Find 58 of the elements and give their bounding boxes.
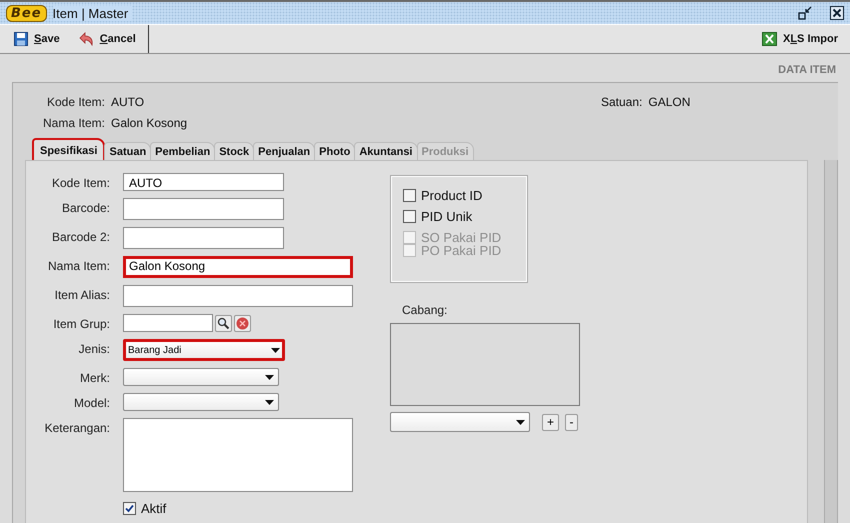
app-logo: Bee [6,4,47,22]
text-field[interactable] [123,198,284,220]
text-field[interactable] [123,285,353,307]
tab[interactable]: Pembelian [150,142,216,160]
add-button[interactable]: + [542,414,559,430]
field-label: Keterangan: [44,420,110,437]
tab[interactable]: Spesifikasi [32,138,106,160]
field-label: Satuan: [601,95,642,111]
undo-arrow-icon [78,32,94,46]
field-label: Nama Item: [46,258,110,275]
dropdown[interactable]: Barang Jadi [123,339,285,361]
text-field[interactable] [123,314,213,332]
checkbox[interactable]: Product ID [403,188,515,203]
field-label: Model: [72,395,110,411]
restore-icon[interactable] [798,6,812,20]
field-label: Kode Item: [50,175,110,191]
window-title: Item | Master [52,6,132,20]
text-field[interactable]: AUTO [123,173,284,191]
field-label: Merk: [79,370,110,386]
field-label: Nama Item: [42,116,105,130]
clear-button[interactable] [234,314,251,332]
field-label: Barcode 2: [50,229,110,246]
field-label: Item Alias: [54,287,110,304]
field-label: Barcode: [60,200,110,217]
dropdown[interactable] [123,368,279,386]
toolbar-button[interactable]: Save [14,32,60,46]
field-label: Cabang: [402,303,448,317]
spreadsheet-icon [762,32,777,46]
field-label: Jenis: [78,341,110,358]
caret-icon [516,420,525,424]
close-icon[interactable] [830,6,844,20]
tab[interactable]: Photo [314,142,356,160]
tab[interactable]: Akuntansi [354,142,418,160]
text-field[interactable] [123,227,284,249]
dropdown[interactable] [390,412,530,432]
tab[interactable]: Penjualan [253,142,316,160]
text-field[interactable]: Galon Kosong [123,256,353,278]
checkbox[interactable]: PID Unik [403,209,515,224]
dropdown[interactable] [123,393,279,411]
search-button[interactable] [215,314,232,332]
tab[interactable]: Satuan [104,142,152,160]
section-title: DATA ITEM [777,63,837,78]
toolbar-button[interactable]: XLS Impor [762,32,838,46]
checkbox[interactable]: Aktif [123,501,356,516]
field-label: Item Grup: [52,316,110,332]
remove-button[interactable]: - [565,414,578,430]
field-value: GALON [648,95,690,111]
field-label: Kode Item: [46,95,105,109]
caret-icon [265,400,274,404]
list-box[interactable] [390,323,580,406]
field-value: Galon Kosong [111,116,188,130]
text-area[interactable] [123,418,353,492]
tab[interactable]: Stock [214,142,254,160]
caret-icon [265,374,274,380]
field-value: AUTO [111,95,144,109]
toolbar-button[interactable]: Cancel [78,32,136,46]
checkmark-icon [125,504,134,513]
caret-icon [271,348,280,352]
